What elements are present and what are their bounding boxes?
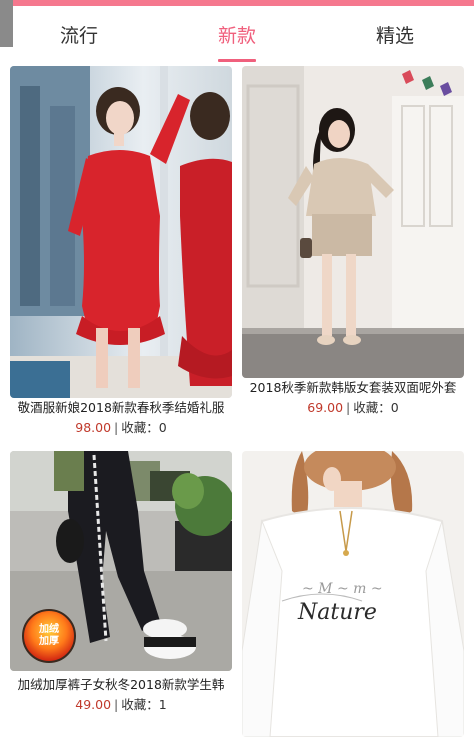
separator: |: [114, 420, 119, 435]
white-sweatshirt-photo: ~ M ~ m ~ Nature: [242, 451, 464, 737]
product-card[interactable]: ~ M ~ m ~ Nature: [242, 451, 464, 737]
separator: |: [346, 400, 351, 415]
tab-label: 流行: [59, 24, 98, 47]
product-price: 49.00: [75, 697, 112, 712]
product-title[interactable]: 2018秋季新款韩版女套装双面呢外套: [242, 378, 464, 398]
product-image[interactable]: [242, 66, 464, 378]
product-title[interactable]: 加绒加厚裤子女秋冬2018新款学生韩: [10, 675, 232, 695]
product-meta: 98.00 | 收藏：0: [10, 418, 232, 438]
product-meta: 69.00 | 收藏：0: [242, 398, 464, 418]
product-card[interactable]: 敬酒服新娘2018新款春秋季结婚礼服 98.00 | 收藏：0: [10, 66, 232, 438]
beige-jacket-skirt-set-photo: [242, 66, 464, 378]
favorites-count: 0: [158, 420, 167, 435]
favorites-label: 收藏：: [121, 420, 159, 435]
product-image[interactable]: ~ M ~ m ~ Nature: [242, 451, 464, 737]
product-card[interactable]: 加绒 加厚 加绒加厚裤子女秋冬2018新款学生韩 49.00 | 收藏：1: [10, 451, 232, 715]
favorites-count: 1: [158, 697, 167, 712]
favorites-count: 0: [390, 400, 399, 415]
scroll-handle[interactable]: [0, 0, 13, 47]
fleece-badge: 加绒 加厚: [22, 609, 76, 663]
favorites-label: 收藏：: [353, 400, 391, 415]
product-card[interactable]: 2018秋季新款韩版女套装双面呢外套 69.00 | 收藏：0: [242, 66, 464, 418]
category-tabs: 流行 新款 精选: [0, 6, 474, 62]
tab-popular[interactable]: 流行: [0, 6, 158, 62]
product-meta: 49.00 | 收藏：1: [10, 695, 232, 715]
badge-line1: 加绒: [39, 624, 59, 635]
product-image[interactable]: [10, 66, 232, 398]
badge-line2: 加厚: [39, 636, 59, 647]
print-text: Nature: [297, 600, 377, 625]
tab-new-arrivals[interactable]: 新款: [158, 6, 316, 62]
red-dress-photo: [10, 66, 232, 398]
separator: |: [114, 697, 119, 712]
tab-featured[interactable]: 精选: [316, 6, 474, 62]
product-image[interactable]: 加绒 加厚: [10, 451, 232, 671]
product-price: 98.00: [75, 420, 112, 435]
favorites-label: 收藏：: [121, 697, 159, 712]
product-price: 69.00: [307, 400, 344, 415]
tab-label: 新款: [217, 24, 256, 47]
tab-label: 精选: [375, 24, 414, 47]
active-tab-indicator: [218, 59, 256, 62]
product-title[interactable]: 敬酒服新娘2018新款春秋季结婚礼服: [10, 398, 232, 418]
